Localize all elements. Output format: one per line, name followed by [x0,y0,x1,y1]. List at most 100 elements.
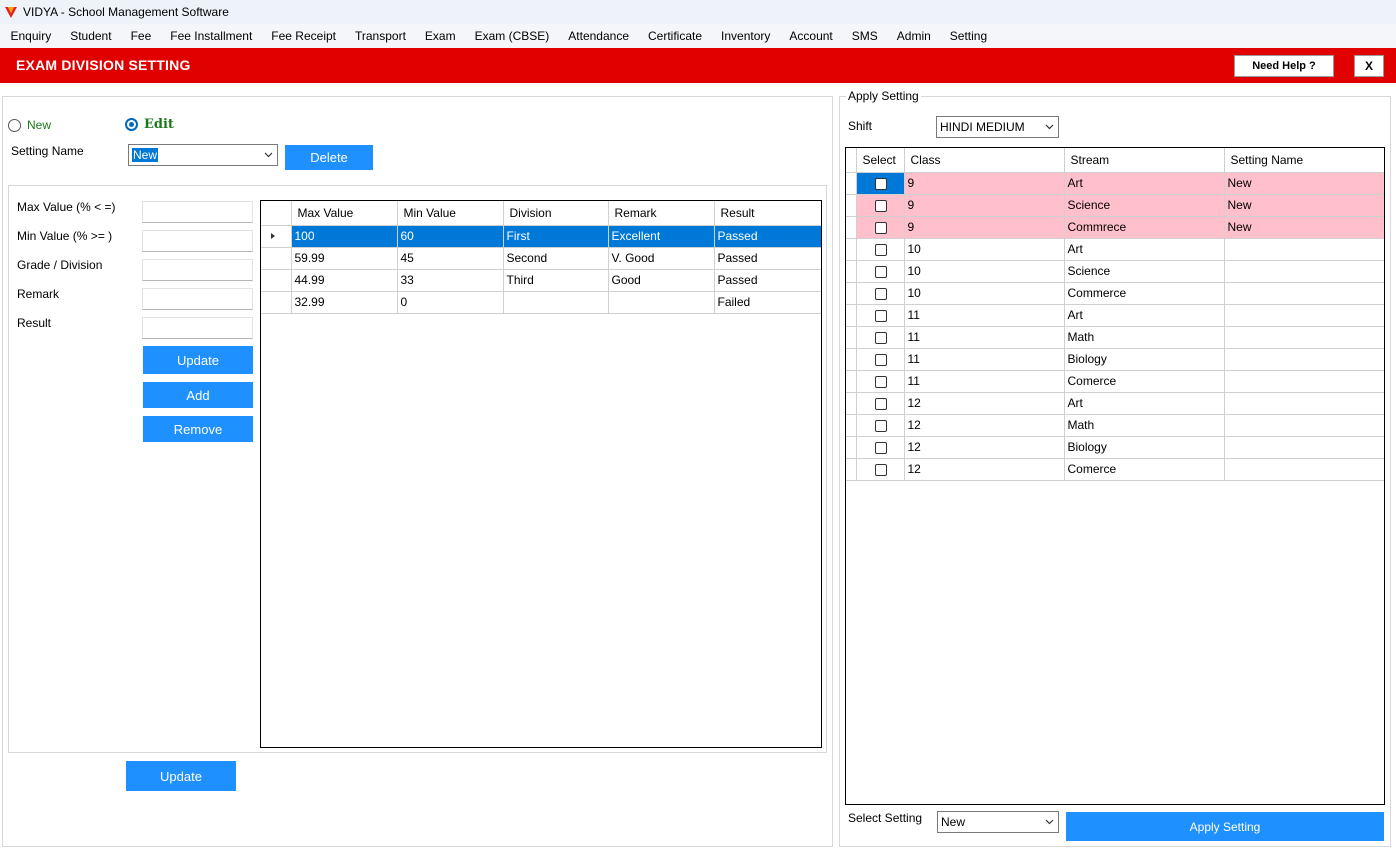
select-checkbox-cell[interactable] [856,414,905,437]
row-selector[interactable] [261,269,292,292]
table-row[interactable]: 11 Biology [846,348,1384,371]
cell-class[interactable]: 11 [904,304,1065,327]
table-row[interactable]: 32.99 0 Failed [261,291,821,314]
cell-class[interactable]: 12 [904,458,1065,481]
cell-result[interactable]: Passed [714,247,821,270]
select-checkbox[interactable] [874,375,887,388]
cell-class[interactable]: 9 [904,216,1065,239]
table-row[interactable]: 10 Commerce [846,282,1384,305]
row-selector[interactable] [846,172,857,195]
select-checkbox[interactable] [874,265,887,278]
cell-stream[interactable]: Comerce [1064,458,1225,481]
table-row[interactable]: 11 Comerce [846,370,1384,393]
col-result[interactable]: Result [714,201,821,226]
select-checkbox-cell[interactable] [856,216,905,239]
cell-stream[interactable]: Math [1064,414,1225,437]
cell-division[interactable]: Third [503,269,609,292]
cell-division[interactable]: Second [503,247,609,270]
table-row[interactable]: 11 Math [846,326,1384,349]
update-row-button[interactable]: Update [143,346,253,374]
cell-setting-name[interactable] [1224,436,1384,459]
cell-result[interactable]: Failed [714,291,821,314]
cell-setting-name[interactable] [1224,238,1384,261]
setting-name-combo[interactable]: New [128,144,278,166]
remove-row-button[interactable]: Remove [143,416,253,442]
menu-transport[interactable]: Transport [346,24,416,48]
table-row[interactable]: 9 Science New [846,194,1384,217]
select-checkbox[interactable] [874,221,887,234]
menu-student[interactable]: Student [61,24,121,48]
need-help-button[interactable]: Need Help ? [1234,55,1334,77]
menu-admin[interactable]: Admin [887,24,940,48]
table-row[interactable]: 12 Comerce [846,458,1384,481]
cell-max-value[interactable]: 32.99 [291,291,398,314]
cell-remark[interactable]: V. Good [608,247,715,270]
menu-exam-cbse[interactable]: Exam (CBSE) [465,24,559,48]
col-class[interactable]: Class [904,148,1065,173]
select-checkbox-cell[interactable] [856,172,905,195]
menu-setting[interactable]: Setting [940,24,996,48]
table-row[interactable]: 44.99 33 Third Good Passed [261,269,821,292]
cell-setting-name[interactable] [1224,392,1384,415]
select-checkbox[interactable] [874,331,887,344]
shift-combo[interactable]: HINDI MEDIUM [936,116,1059,138]
row-selector[interactable] [846,370,857,393]
cell-stream[interactable]: Art [1064,172,1225,195]
cell-class[interactable]: 11 [904,370,1065,393]
table-row[interactable]: 12 Math [846,414,1384,437]
cell-stream[interactable]: Science [1064,260,1225,283]
row-selector[interactable] [261,247,292,270]
row-selector[interactable] [261,225,292,248]
select-checkbox[interactable] [874,243,887,256]
cell-division[interactable]: First [503,225,609,248]
cell-class[interactable]: 12 [904,436,1065,459]
table-row[interactable]: 59.99 45 Second V. Good Passed [261,247,821,270]
result-input[interactable] [142,317,253,339]
row-selector[interactable] [846,216,857,239]
row-selector[interactable] [846,238,857,261]
remark-input[interactable] [142,288,253,310]
cell-setting-name[interactable] [1224,458,1384,481]
cell-min-value[interactable]: 60 [397,225,504,248]
menu-certificate[interactable]: Certificate [639,24,712,48]
cell-stream[interactable]: Commerce [1064,282,1225,305]
cell-stream[interactable]: Biology [1064,436,1225,459]
cell-class[interactable]: 9 [904,194,1065,217]
row-selector[interactable] [846,260,857,283]
cell-max-value[interactable]: 100 [291,225,398,248]
min-value-input[interactable] [142,230,253,252]
cell-stream[interactable]: Commrece [1064,216,1225,239]
add-row-button[interactable]: Add [143,382,253,408]
cell-class[interactable]: 12 [904,392,1065,415]
col-min-value[interactable]: Min Value [397,201,504,226]
cell-setting-name[interactable] [1224,326,1384,349]
cell-class[interactable]: 10 [904,260,1065,283]
cell-max-value[interactable]: 44.99 [291,269,398,292]
cell-class[interactable]: 11 [904,326,1065,349]
col-stream[interactable]: Stream [1064,148,1225,173]
select-checkbox-cell[interactable] [856,260,905,283]
cell-remark[interactable] [608,291,715,314]
table-row[interactable]: 100 60 First Excellent Passed [261,225,821,248]
select-checkbox-cell[interactable] [856,392,905,415]
menu-inventory[interactable]: Inventory [712,24,780,48]
select-checkbox-cell[interactable] [856,304,905,327]
select-checkbox-cell[interactable] [856,326,905,349]
cell-setting-name[interactable]: New [1224,216,1384,239]
cell-remark[interactable]: Good [608,269,715,292]
row-selector[interactable] [261,291,292,314]
row-selector[interactable] [846,436,857,459]
apply-setting-button[interactable]: Apply Setting [1066,812,1384,841]
cell-division[interactable] [503,291,609,314]
cell-setting-name[interactable] [1224,348,1384,371]
select-checkbox[interactable] [874,463,887,476]
row-selector[interactable] [846,392,857,415]
cell-setting-name[interactable] [1224,414,1384,437]
select-checkbox[interactable] [874,441,887,454]
radio-new[interactable]: New [8,118,51,132]
select-checkbox-cell[interactable] [856,238,905,261]
cell-class[interactable]: 10 [904,282,1065,305]
select-setting-combo[interactable]: New [937,811,1059,833]
cell-class[interactable]: 12 [904,414,1065,437]
close-button[interactable]: X [1354,55,1384,77]
